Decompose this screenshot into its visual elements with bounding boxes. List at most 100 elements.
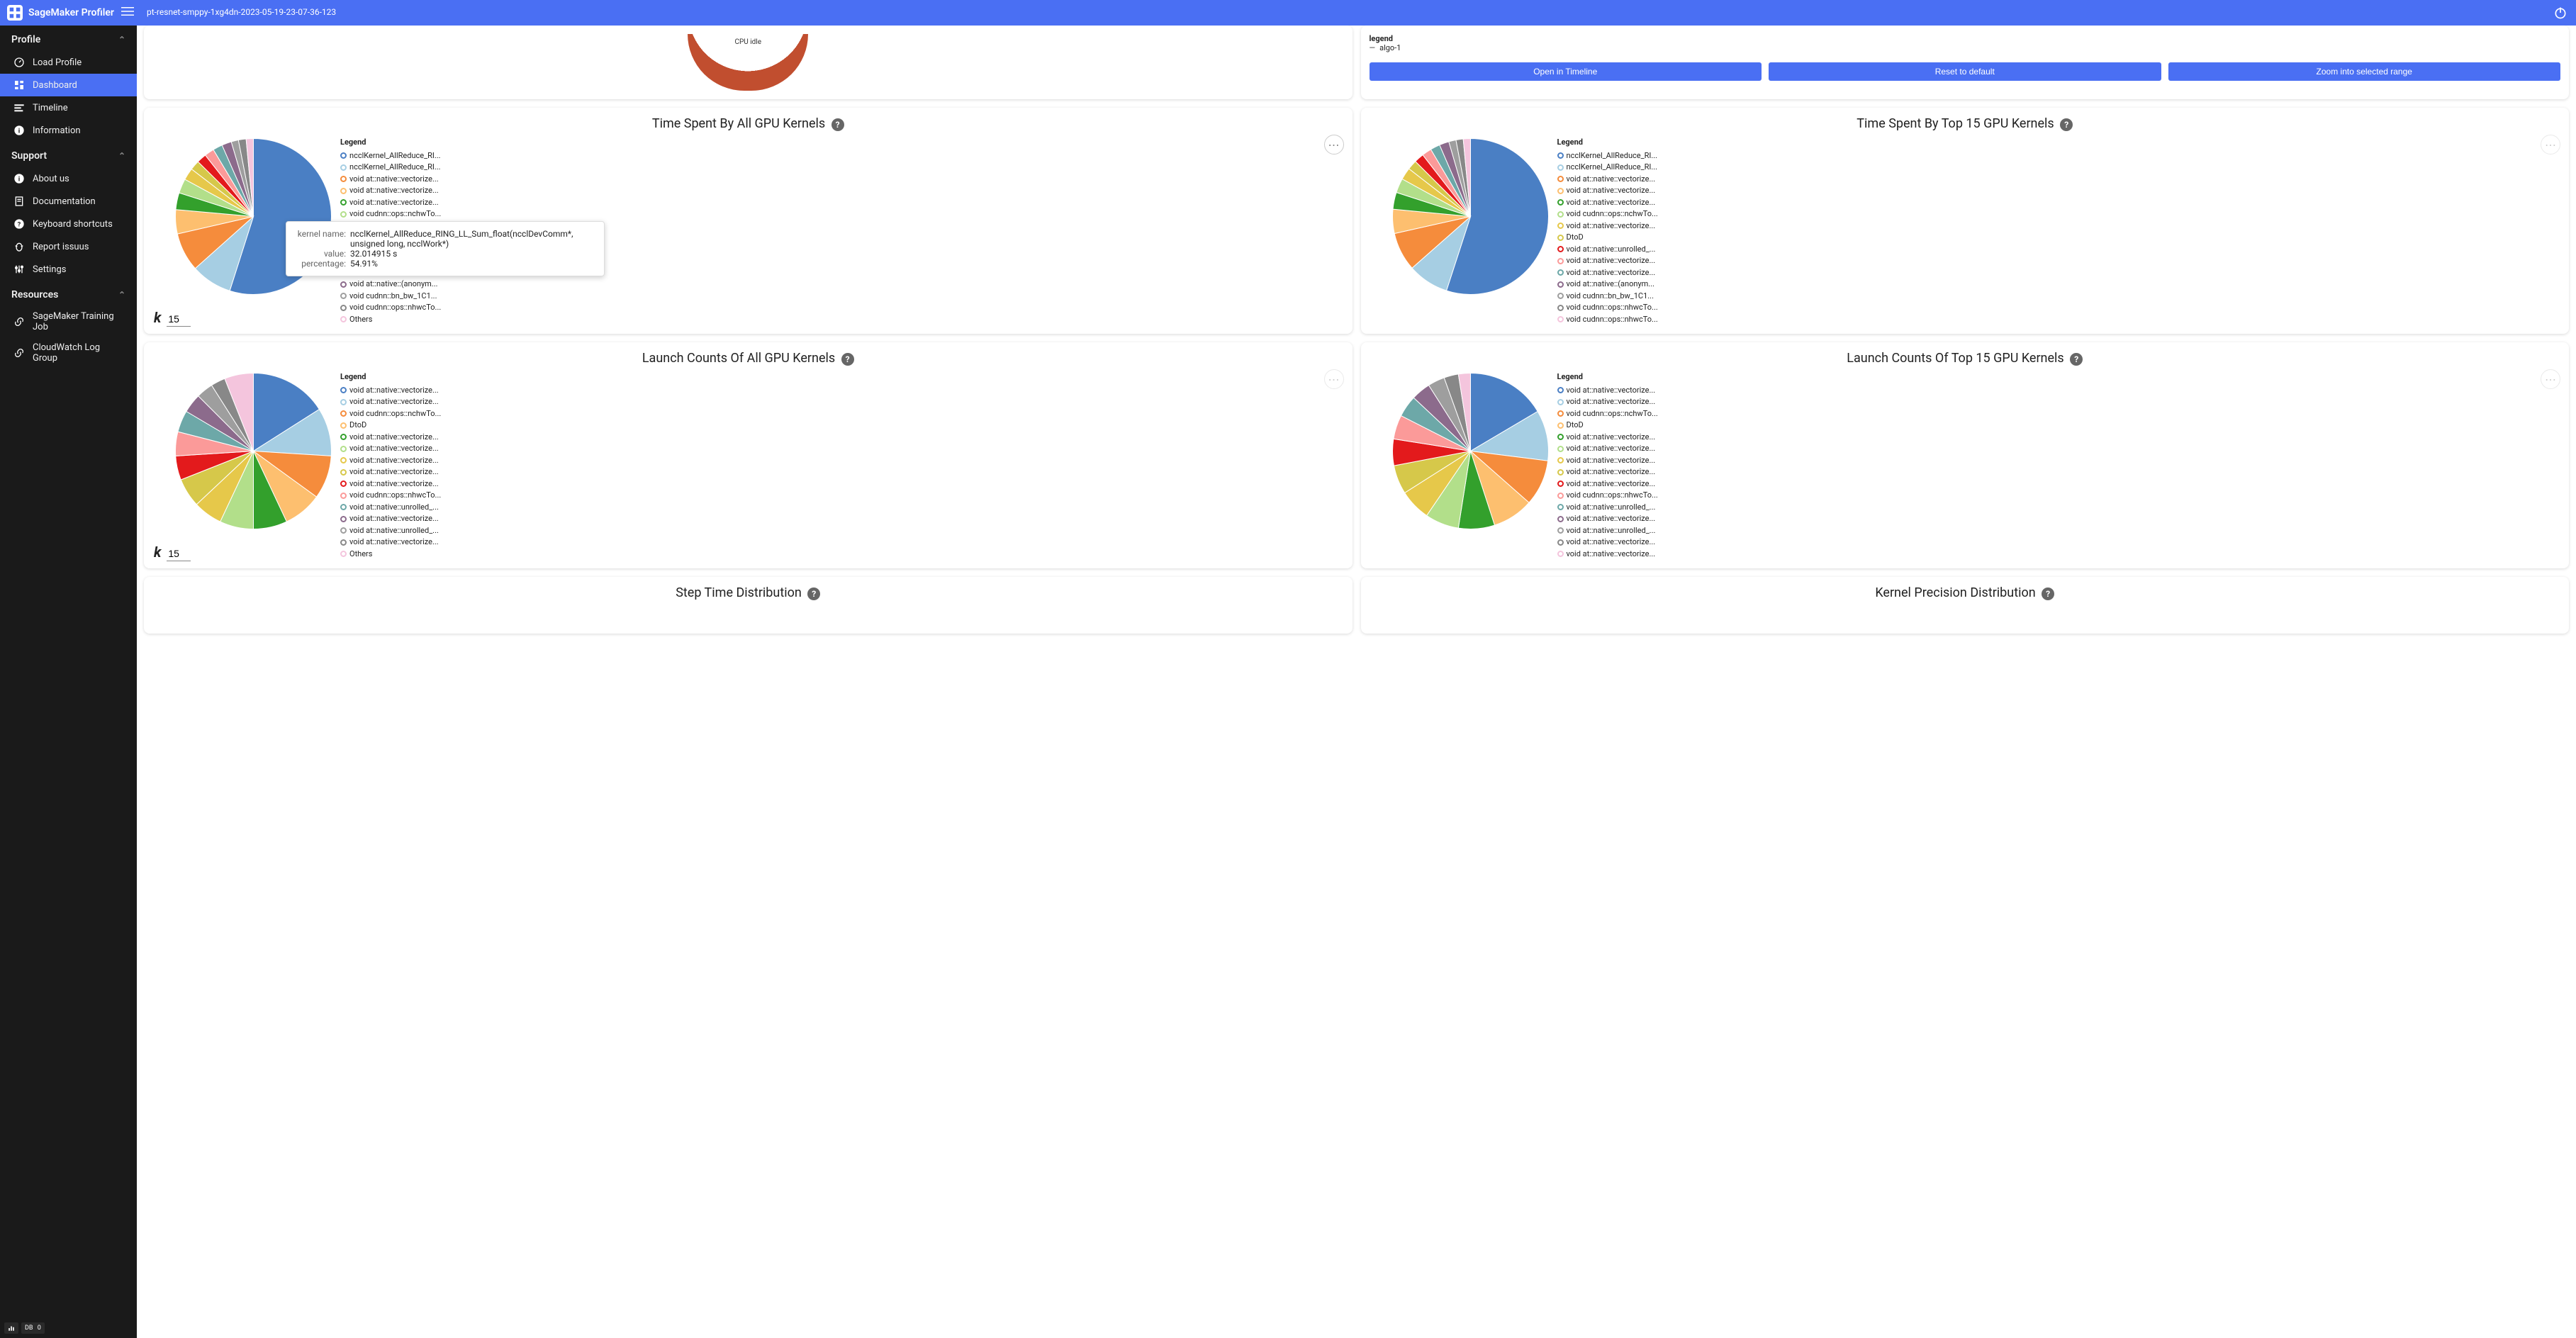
legend-item[interactable]: void cudnn::bn_bw_1C1...: [340, 291, 441, 303]
job-name: pt-resnet-smppy-1xg4dn-2023-05-19-23-07-…: [147, 8, 336, 17]
info-icon: i: [13, 172, 26, 185]
legend-item[interactable]: ncclKernel_AllReduce_RI...: [340, 150, 441, 162]
chevron-up-icon: ⌃: [118, 290, 125, 300]
power-icon[interactable]: [2553, 6, 2567, 23]
legend-item[interactable]: Others: [340, 314, 441, 326]
legend-item[interactable]: void at::native::vectorize...: [340, 478, 441, 490]
legend-item[interactable]: void at::native::vectorize...: [340, 513, 441, 525]
help-icon[interactable]: ?: [831, 118, 844, 131]
help-icon[interactable]: ?: [841, 353, 854, 366]
legend-item[interactable]: ncclKernel_AllReduce_RI...: [1557, 150, 1658, 162]
legend-item[interactable]: void at::native::vectorize...: [1557, 174, 1658, 186]
legend-item[interactable]: void at::native::vectorize...: [340, 396, 441, 408]
legend-item[interactable]: void at::native::vectorize...: [1557, 455, 1658, 467]
help-icon[interactable]: ?: [2070, 353, 2083, 366]
legend-item[interactable]: void at::native::unrolled_...: [1557, 525, 1658, 537]
legend-item[interactable]: void at::native::vectorize...: [340, 443, 441, 455]
legend-item[interactable]: void at::native::vectorize...: [1557, 432, 1658, 444]
nav-cloudwatch[interactable]: CloudWatch Log Group: [0, 337, 137, 369]
legend-item[interactable]: void cudnn::ops::nhwcTo...: [340, 490, 441, 502]
link-icon: [13, 315, 26, 328]
launch-all-pie[interactable]: [174, 371, 333, 531]
legend-item[interactable]: void at::native::vectorize...: [1557, 267, 1658, 279]
legend-item[interactable]: void at::native::vectorize...: [1557, 478, 1658, 490]
legend-item[interactable]: Others: [340, 549, 441, 561]
help-icon[interactable]: ?: [807, 588, 820, 600]
legend-item[interactable]: void at::native::vectorize...: [340, 385, 441, 397]
launch-all-card: Launch Counts Of All GPU Kernels ? ⋯ Leg…: [144, 342, 1353, 568]
legend-item[interactable]: void at::native::(anonym...: [1557, 279, 1658, 291]
db-badge[interactable]: DB 0: [21, 1322, 45, 1334]
legend-item[interactable]: void at::native::vectorize...: [1557, 536, 1658, 549]
legend-item[interactable]: void at::native::vectorize...: [1557, 549, 1658, 561]
nav-settings[interactable]: Settings: [0, 258, 137, 281]
nav-information[interactable]: i Information: [0, 119, 137, 142]
nav-keyboard[interactable]: ? Keyboard shortcuts: [0, 213, 137, 235]
legend-item[interactable]: void at::native::unrolled_...: [340, 525, 441, 537]
k-label: k: [154, 309, 161, 326]
legend-item[interactable]: ncclKernel_AllReduce_RI...: [1557, 162, 1658, 174]
legend-item[interactable]: void at::native::vectorize...: [340, 536, 441, 549]
legend-item[interactable]: void at::native::vectorize...: [340, 432, 441, 444]
legend-item[interactable]: void at::native::vectorize...: [340, 455, 441, 467]
legend-item[interactable]: void at::native::vectorize...: [340, 174, 441, 186]
legend-item[interactable]: void at::native::unrolled_...: [1557, 244, 1658, 256]
card-title: Step Time Distribution ?: [152, 585, 1344, 600]
open-timeline-button[interactable]: Open in Timeline: [1370, 62, 1762, 81]
nav-dashboard[interactable]: Dashboard: [0, 74, 137, 96]
step-time-card: Step Time Distribution ?: [144, 577, 1353, 634]
legend-item[interactable]: DtoD: [340, 420, 441, 432]
legend-item[interactable]: void cudnn::ops::nchwTo...: [340, 208, 441, 220]
reset-default-button[interactable]: Reset to default: [1769, 62, 2161, 81]
menu-icon[interactable]: [121, 5, 134, 21]
legend-item[interactable]: void at::native::unrolled_...: [1557, 502, 1658, 514]
launch-top15-pie[interactable]: [1391, 371, 1550, 531]
launch-top15-card: Launch Counts Of Top 15 GPU Kernels ? ⋯ …: [1361, 342, 2570, 568]
legend-item[interactable]: ncclKernel_AllReduce_RI...: [340, 162, 441, 174]
legend-item[interactable]: void at::native::(anonym...: [340, 279, 441, 291]
nav-documentation[interactable]: Documentation: [0, 190, 137, 213]
k-input[interactable]: [167, 546, 191, 561]
nav-about[interactable]: i About us: [0, 167, 137, 190]
section-profile[interactable]: Profile ⌃: [0, 26, 137, 51]
help-icon: ?: [13, 218, 26, 230]
legend-item[interactable]: void cudnn::ops::nchwTo...: [340, 408, 441, 420]
legend-item[interactable]: void at::native::vectorize...: [1557, 443, 1658, 455]
legend-item[interactable]: void at::native::vectorize...: [1557, 385, 1658, 397]
nav-report[interactable]: Report issuus: [0, 235, 137, 258]
legend-item[interactable]: void cudnn::bn_bw_1C1...: [1557, 291, 1658, 303]
card-title: Time Spent By All GPU Kernels ?: [152, 116, 1344, 131]
legend-item[interactable]: void cudnn::ops::nchwTo...: [1557, 208, 1658, 220]
legend-item[interactable]: void at::native::vectorize...: [340, 185, 441, 197]
legend-item[interactable]: void at::native::vectorize...: [1557, 396, 1658, 408]
legend-item[interactable]: void cudnn::ops::nhwcTo...: [340, 302, 441, 314]
legend-item[interactable]: DtoD: [1557, 232, 1658, 244]
time-top15-pie[interactable]: [1391, 137, 1550, 296]
zoom-range-button[interactable]: Zoom into selected range: [2168, 62, 2561, 81]
legend-item[interactable]: void cudnn::ops::nchwTo...: [1557, 408, 1658, 420]
legend-item[interactable]: void at::native::vectorize...: [1557, 185, 1658, 197]
section-support[interactable]: Support ⌃: [0, 142, 137, 167]
legend-item[interactable]: DtoD: [1557, 420, 1658, 432]
legend-item[interactable]: void at::native::vectorize...: [340, 466, 441, 478]
section-resources[interactable]: Resources ⌃: [0, 281, 137, 306]
legend-item[interactable]: void cudnn::ops::nhwcTo...: [1557, 314, 1658, 326]
legend-item[interactable]: void at::native::vectorize...: [1557, 197, 1658, 209]
legend-item[interactable]: void at::native::vectorize...: [1557, 255, 1658, 267]
chart-badge-icon[interactable]: [4, 1322, 18, 1334]
legend-item[interactable]: void at::native::vectorize...: [1557, 220, 1658, 232]
k-input[interactable]: [167, 312, 191, 327]
legend-item[interactable]: void at::native::unrolled_...: [340, 502, 441, 514]
legend-item[interactable]: void at::native::vectorize...: [1557, 466, 1658, 478]
svg-text:i: i: [18, 127, 20, 135]
legend-item[interactable]: void at::native::vectorize...: [1557, 513, 1658, 525]
nav-load-profile[interactable]: Load Profile: [0, 51, 137, 74]
help-icon[interactable]: ?: [2042, 588, 2054, 600]
legend-item[interactable]: void cudnn::ops::nhwcTo...: [1557, 302, 1658, 314]
help-icon[interactable]: ?: [2060, 118, 2073, 131]
legend-item[interactable]: void at::native::vectorize...: [340, 197, 441, 209]
nav-training-job[interactable]: SageMaker Training Job: [0, 306, 137, 337]
legend-item[interactable]: void cudnn::ops::nhwcTo...: [1557, 490, 1658, 502]
nav-timeline[interactable]: Timeline: [0, 96, 137, 119]
card-title: Launch Counts Of Top 15 GPU Kernels ?: [1370, 351, 2561, 366]
